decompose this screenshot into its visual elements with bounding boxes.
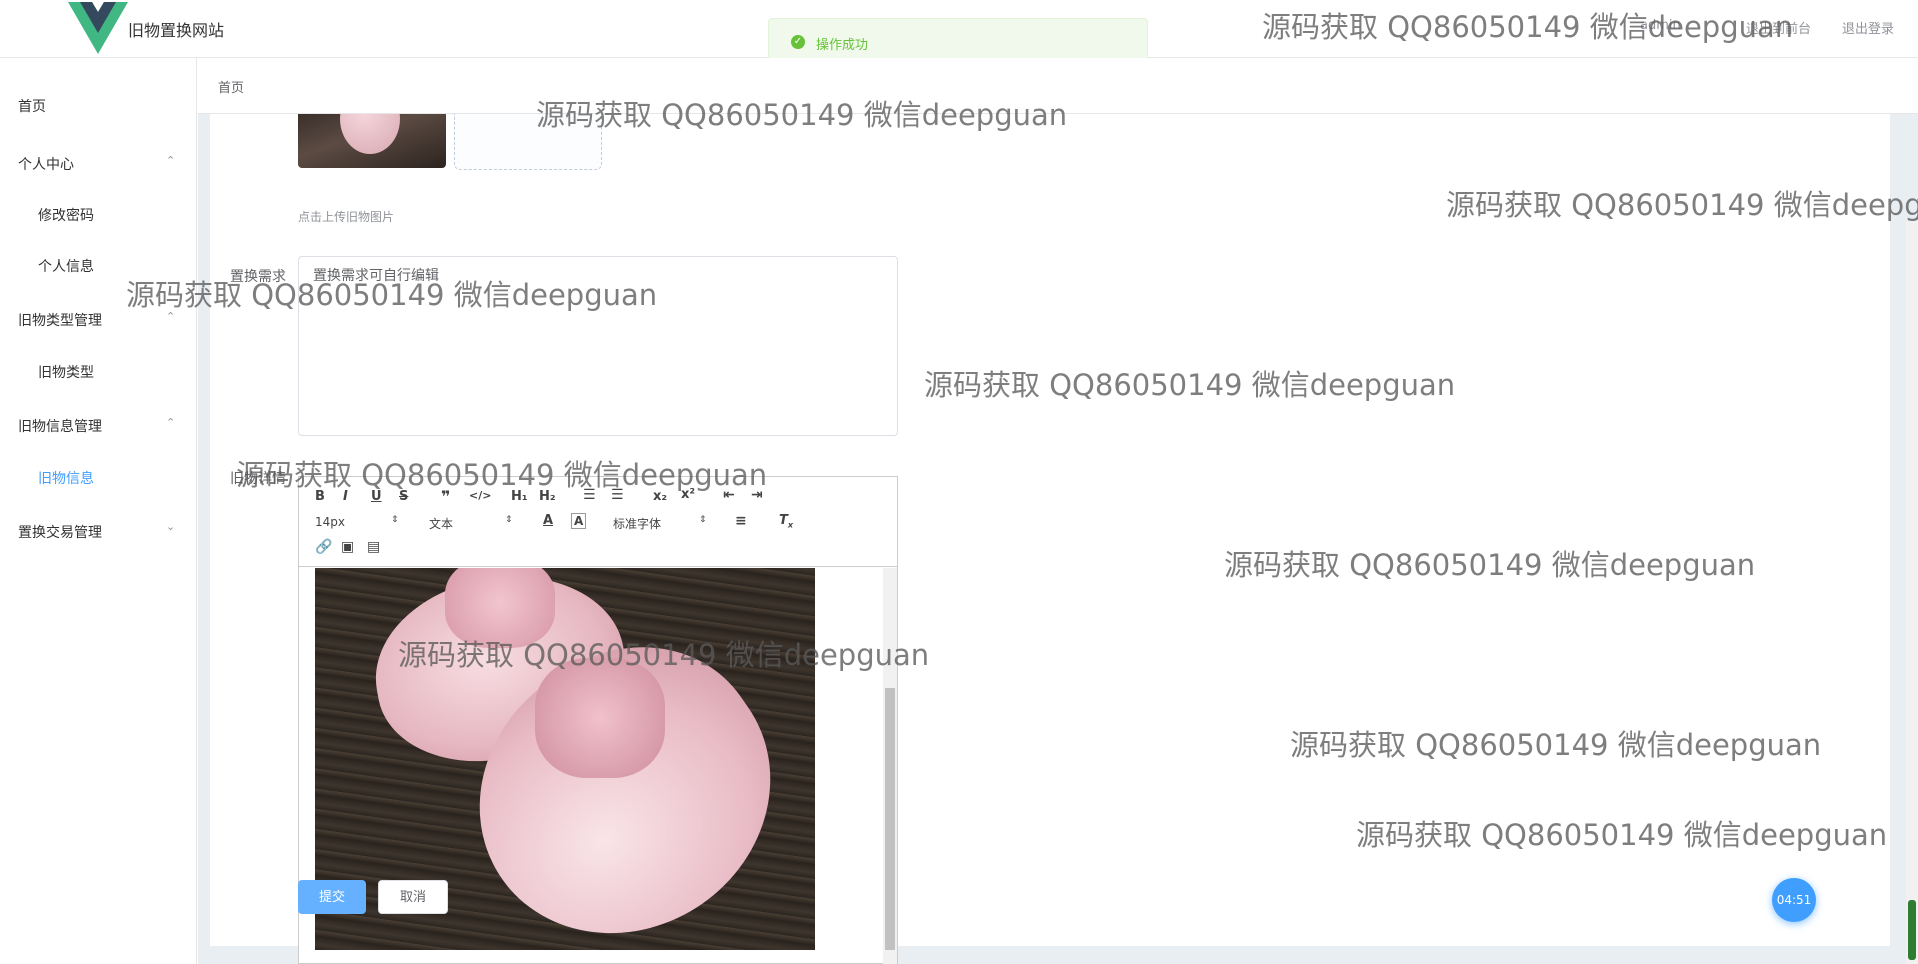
sidebar-item-change-password[interactable]: 修改密码: [38, 205, 94, 225]
watermark: 源码获取 QQ86050149 微信deepguan: [1224, 548, 1756, 582]
timer-badge[interactable]: 04:51: [1772, 878, 1816, 922]
watermark: 源码获取 QQ86050149 微信deepguan: [1262, 10, 1794, 44]
sidebar-item-personal-center[interactable]: 个人中心: [18, 154, 74, 174]
cancel-button[interactable]: 取消: [378, 880, 448, 914]
watermark: 源码获取 QQ86050149 微信deepguan: [1446, 188, 1918, 222]
success-message-text: 操作成功: [816, 38, 869, 53]
select-caret-icon: ⇕: [505, 515, 513, 525]
font-color-icon[interactable]: A: [543, 513, 553, 528]
sidebar-item-item-info[interactable]: 旧物信息: [38, 468, 94, 488]
check-circle-icon: ✓: [791, 35, 805, 49]
sidebar-item-item-type[interactable]: 旧物类型: [38, 362, 94, 382]
clear-format-icon[interactable]: Tx: [779, 513, 793, 530]
submit-button[interactable]: 提交: [298, 880, 366, 914]
link-icon[interactable]: 🔗: [315, 539, 332, 555]
select-caret-icon: ⇕: [699, 515, 707, 525]
watermark: 源码获取 QQ86050149 微信deepguan: [536, 98, 1068, 132]
chevron-up-icon: ⌃: [166, 154, 176, 167]
text-type-select[interactable]: 文本: [429, 515, 453, 532]
breadcrumb[interactable]: 首页: [218, 77, 244, 96]
font-family-select[interactable]: 标准字体: [613, 515, 661, 532]
page-scrollbar-thumb[interactable]: [1908, 900, 1916, 960]
watermark: 源码获取 QQ86050149 微信deepguan: [924, 368, 1456, 402]
watermark: 源码获取 QQ86050149 微信deepguan: [126, 278, 658, 312]
site-title: 旧物置换网站: [128, 21, 225, 40]
uploaded-image-thumbnail[interactable]: [298, 114, 446, 168]
sidebar-item-home[interactable]: 首页: [18, 96, 46, 116]
background-color-icon[interactable]: A: [571, 513, 587, 529]
image-icon[interactable]: ▣: [341, 539, 354, 555]
watermark: 源码获取 QQ86050149 微信deepguan: [398, 638, 930, 672]
font-size-select[interactable]: 14px: [315, 515, 345, 529]
align-icon[interactable]: ≡: [735, 513, 747, 529]
chevron-up-icon: ⌃: [166, 416, 176, 429]
sidebar-item-type-management[interactable]: 旧物类型管理: [18, 310, 102, 330]
page-scrollbar[interactable]: [1906, 220, 1918, 964]
sidebar-item-trade-management[interactable]: 置换交易管理: [18, 522, 102, 542]
vue-logo-icon: [68, 2, 128, 54]
select-caret-icon: ⇕: [391, 515, 399, 525]
video-icon[interactable]: ▤: [367, 539, 380, 555]
sidebar-item-info-management[interactable]: 旧物信息管理: [18, 416, 102, 436]
upload-tip: 点击上传旧物图片: [298, 210, 395, 224]
watermark: 源码获取 QQ86050149 微信deepguan: [1290, 728, 1822, 762]
logout-link[interactable]: 退出登录: [1842, 18, 1894, 37]
sidebar: 首页 个人中心 ⌃ 修改密码 个人信息 旧物类型管理 ⌃ 旧物类型 旧物信息管理…: [0, 58, 197, 964]
chevron-down-icon: ⌄: [166, 520, 176, 533]
watermark: 源码获取 QQ86050149 微信deepguan: [1356, 818, 1888, 852]
editor-scrollbar-thumb[interactable]: [885, 688, 895, 950]
watermark: 源码获取 QQ86050149 微信deepguan: [236, 458, 768, 492]
sidebar-item-personal-info[interactable]: 个人信息: [38, 256, 94, 276]
